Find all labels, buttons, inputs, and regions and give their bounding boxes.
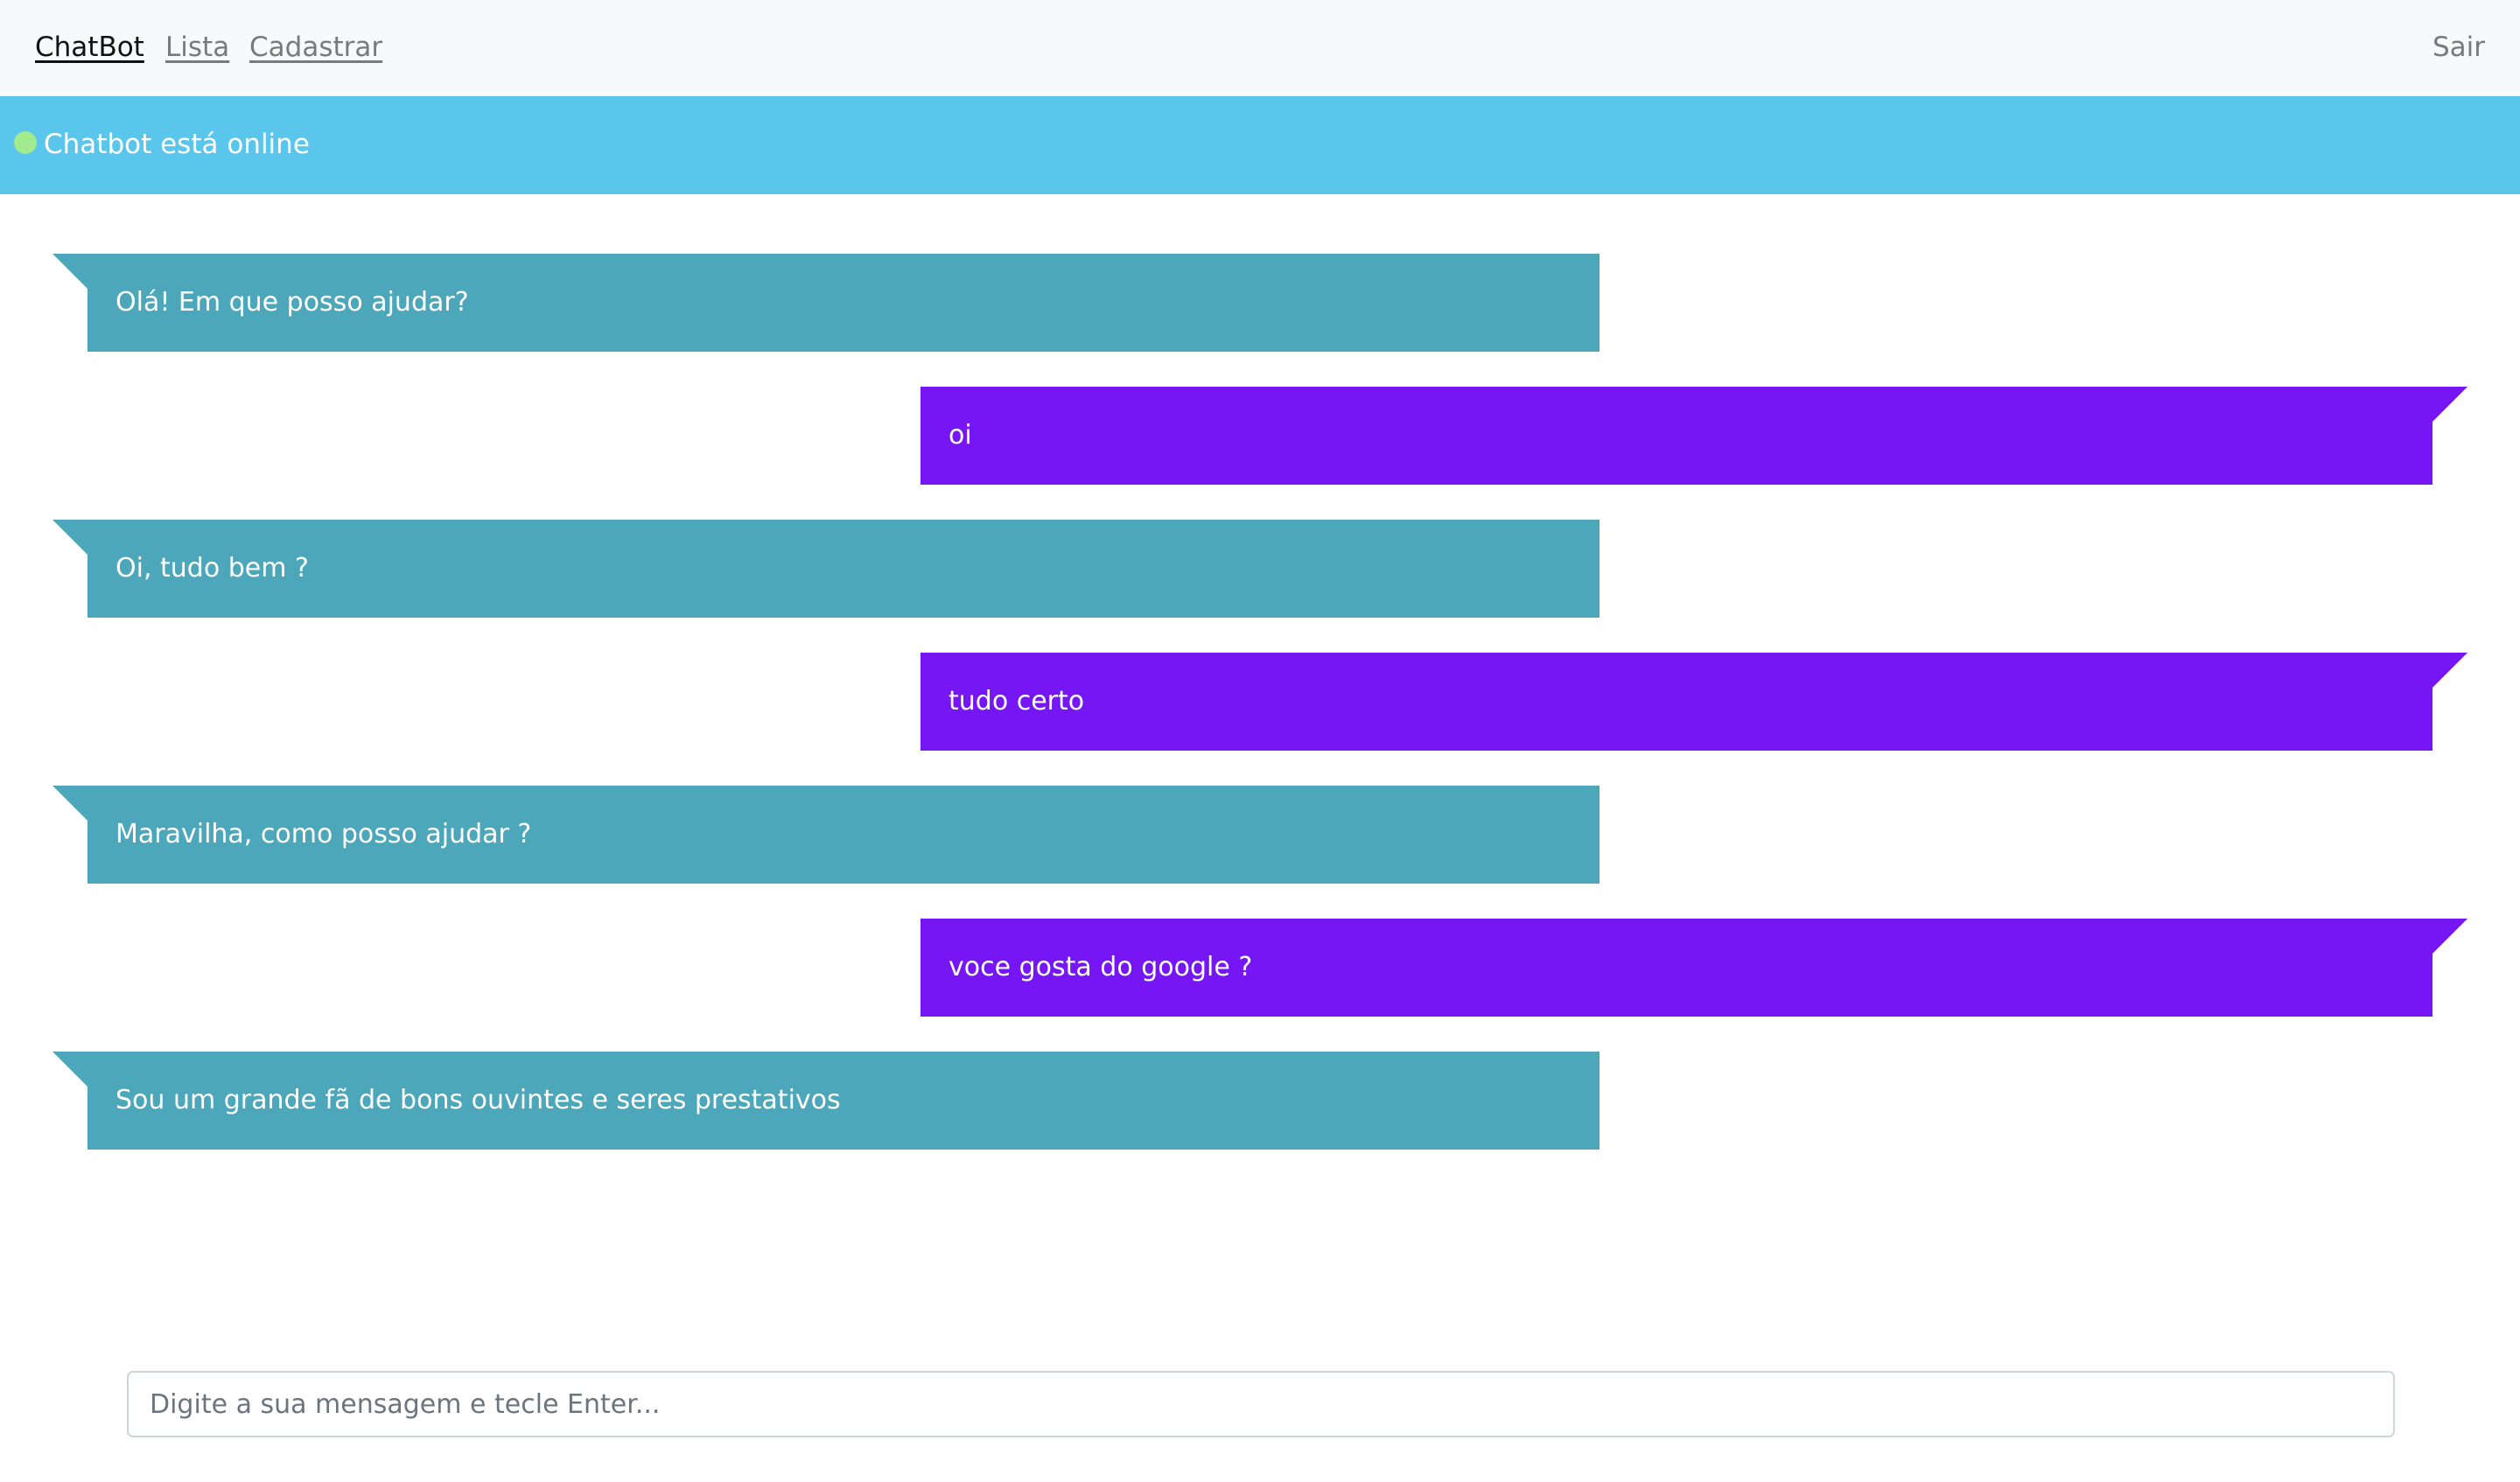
bot-message: Maravilha, como posso ajudar ?: [52, 786, 1600, 884]
status-text: Chatbot está online: [44, 129, 310, 160]
user-message: oi: [920, 387, 2468, 485]
logout-link[interactable]: Sair: [2432, 28, 2485, 66]
bot-message: Sou um grande fã de bons ouvintes e sere…: [52, 1052, 1600, 1150]
nav-brand-chatbot[interactable]: ChatBot: [35, 28, 144, 66]
nav-link-lista[interactable]: Lista: [165, 28, 229, 66]
user-message: voce gosta do google ?: [920, 919, 2468, 1017]
nav-link-cadastrar[interactable]: Cadastrar: [249, 28, 382, 66]
user-message: tudo certo: [920, 653, 2468, 751]
message-input[interactable]: [127, 1371, 2395, 1437]
status-bar: Chatbot está online: [0, 96, 2520, 194]
online-status-icon: [14, 131, 37, 154]
bot-message: Oi, tudo bem ?: [52, 520, 1600, 618]
bot-message: Olá! Em que posso ajudar?: [52, 254, 1600, 352]
navbar: ChatBot Lista Cadastrar Sair: [0, 0, 2520, 96]
